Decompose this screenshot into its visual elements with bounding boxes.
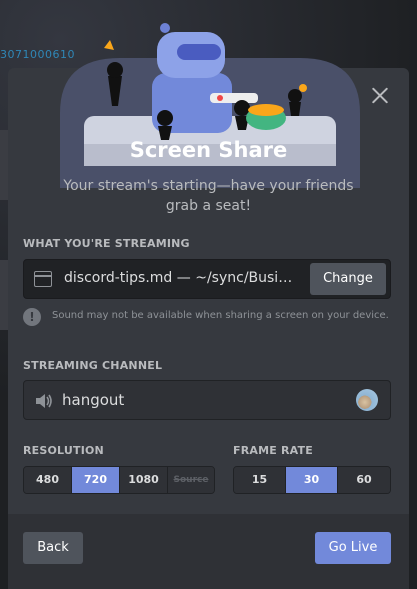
- source-name: discord-tips.md — ~/sync/Business: [64, 270, 300, 286]
- frame-rate-selector: 15 30 60: [233, 466, 391, 494]
- change-source-button[interactable]: Change: [310, 263, 386, 295]
- sound-warning: ! Sound may not be available when sharin…: [23, 308, 393, 328]
- modal-title: Screen Share: [129, 138, 288, 162]
- frame-rate-option-30[interactable]: 30: [286, 467, 338, 493]
- avatar: [356, 389, 378, 411]
- channel-section-label: Streaming Channel: [23, 359, 163, 372]
- frame-rate-option-60[interactable]: 60: [338, 467, 390, 493]
- frame-rate-section-label: Frame Rate: [233, 444, 313, 457]
- backdrop-strip: [0, 130, 8, 200]
- info-icon: !: [23, 308, 41, 326]
- resolution-selector: 480 720 1080 Source: [23, 466, 215, 494]
- resolution-option-source: Source: [168, 467, 214, 493]
- warning-text: Sound may not be available when sharing …: [52, 310, 389, 321]
- resolution-option-1080[interactable]: 1080: [120, 467, 168, 493]
- stream-source-field: discord-tips.md — ~/sync/Business Change: [23, 259, 391, 299]
- speaker-icon: [36, 394, 52, 408]
- back-button[interactable]: Back: [23, 532, 83, 564]
- backdrop-strip: [0, 260, 8, 330]
- resolution-option-480[interactable]: 480: [24, 467, 72, 493]
- modal-footer: Back Go Live: [8, 514, 409, 589]
- hero-illustration: [60, 23, 360, 188]
- channel-name: hangout: [62, 391, 125, 409]
- modal-subtitle: Your stream's starting—have your friends…: [63, 178, 354, 214]
- go-live-button[interactable]: Go Live: [315, 532, 391, 564]
- window-icon: [34, 271, 52, 287]
- frame-rate-option-15[interactable]: 15: [234, 467, 286, 493]
- source-section-label: What you're streaming: [23, 237, 190, 250]
- resolution-option-720[interactable]: 720: [72, 467, 120, 493]
- close-button[interactable]: [371, 86, 389, 104]
- resolution-section-label: Resolution: [23, 444, 104, 457]
- streaming-channel-field[interactable]: hangout: [23, 380, 391, 420]
- screen-share-modal: Screen Share Your stream's starting—have…: [8, 23, 409, 589]
